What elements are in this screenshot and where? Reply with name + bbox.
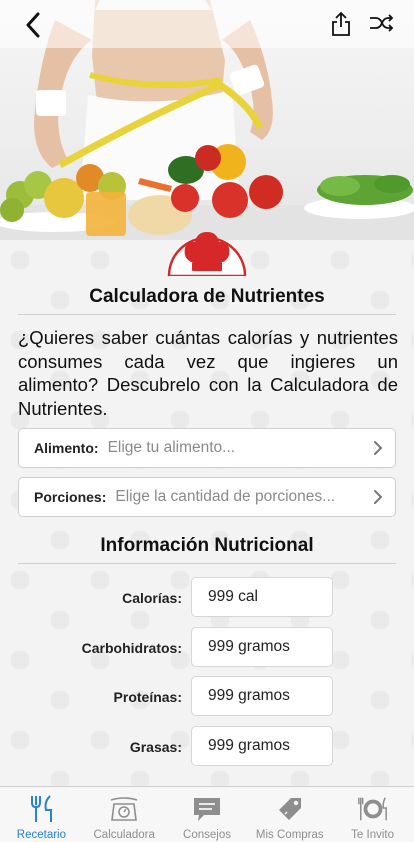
scale-icon bbox=[108, 793, 140, 825]
nutrition-row-fat: Grasas: 999 gramos bbox=[0, 726, 414, 768]
tab-consejos[interactable]: Consejos bbox=[166, 787, 249, 842]
portions-selector[interactable]: Porciones: Elige la cantidad de porcione… bbox=[18, 477, 396, 517]
shuffle-button[interactable] bbox=[368, 13, 394, 38]
food-selector[interactable]: Alimento: Elige tu alimento... bbox=[18, 428, 396, 468]
nutrition-value-field: 999 cal bbox=[191, 577, 333, 617]
nutrition-row-protein: Proteínas: 999 gramos bbox=[0, 676, 414, 718]
food-placeholder: Elige tu alimento... bbox=[107, 439, 236, 456]
nutrition-label: Proteínas: bbox=[113, 689, 182, 705]
tab-label: Mis Compras bbox=[255, 829, 324, 841]
portions-label: Porciones: bbox=[34, 489, 107, 505]
share-icon bbox=[332, 11, 350, 36]
tab-label: Consejos bbox=[183, 829, 231, 841]
nutrition-value-field: 999 gramos bbox=[191, 676, 333, 716]
title-divider bbox=[18, 314, 396, 315]
tab-calculadora[interactable]: Calculadora bbox=[83, 787, 166, 842]
nutrition-label: Calorías: bbox=[122, 590, 182, 606]
nutrition-divider bbox=[18, 563, 396, 564]
intro-text: ¿Quieres saber cuántas calorías y nutrie… bbox=[18, 327, 398, 419]
chef-hat-icon bbox=[167, 232, 247, 278]
chevron-left-icon bbox=[26, 12, 40, 38]
nutrition-row-calories: Calorías: 999 cal bbox=[0, 577, 414, 619]
tab-te-invito[interactable]: Te Invito bbox=[331, 787, 414, 842]
nutrition-value-field: 999 gramos bbox=[191, 726, 333, 766]
fork-knife-icon bbox=[25, 793, 57, 825]
tab-label: Te Invito bbox=[351, 829, 394, 841]
tab-label: Recetario bbox=[16, 829, 66, 841]
plate-icon bbox=[357, 793, 389, 825]
portions-placeholder: Elige la cantidad de porciones... bbox=[115, 488, 336, 505]
tab-label: Calculadora bbox=[93, 829, 155, 841]
nutrition-row-carbs: Carbohidratos: 999 gramos bbox=[0, 627, 414, 669]
page-title: Calculadora de Nutrientes bbox=[89, 286, 325, 307]
chef-hat-badge bbox=[167, 218, 247, 278]
chevron-right-icon bbox=[374, 490, 383, 504]
tab-bar: Recetario Calculadora Consejos Mis Compr… bbox=[0, 786, 414, 842]
chat-bubble-icon bbox=[191, 793, 223, 825]
nutrition-value-field: 999 gramos bbox=[191, 627, 333, 667]
tag-icon bbox=[274, 793, 306, 825]
back-button[interactable] bbox=[18, 10, 48, 40]
chevron-right-icon bbox=[374, 441, 383, 455]
nutrition-label: Grasas: bbox=[129, 739, 182, 755]
share-button[interactable] bbox=[330, 11, 352, 42]
tab-recetario[interactable]: Recetario bbox=[0, 787, 83, 842]
shuffle-icon bbox=[370, 14, 394, 32]
nutrition-label: Carbohidratos: bbox=[81, 640, 182, 656]
nutrition-title: Información Nutricional bbox=[100, 535, 314, 556]
food-label: Alimento: bbox=[34, 440, 99, 456]
tab-mis-compras[interactable]: Mis Compras bbox=[248, 787, 331, 842]
